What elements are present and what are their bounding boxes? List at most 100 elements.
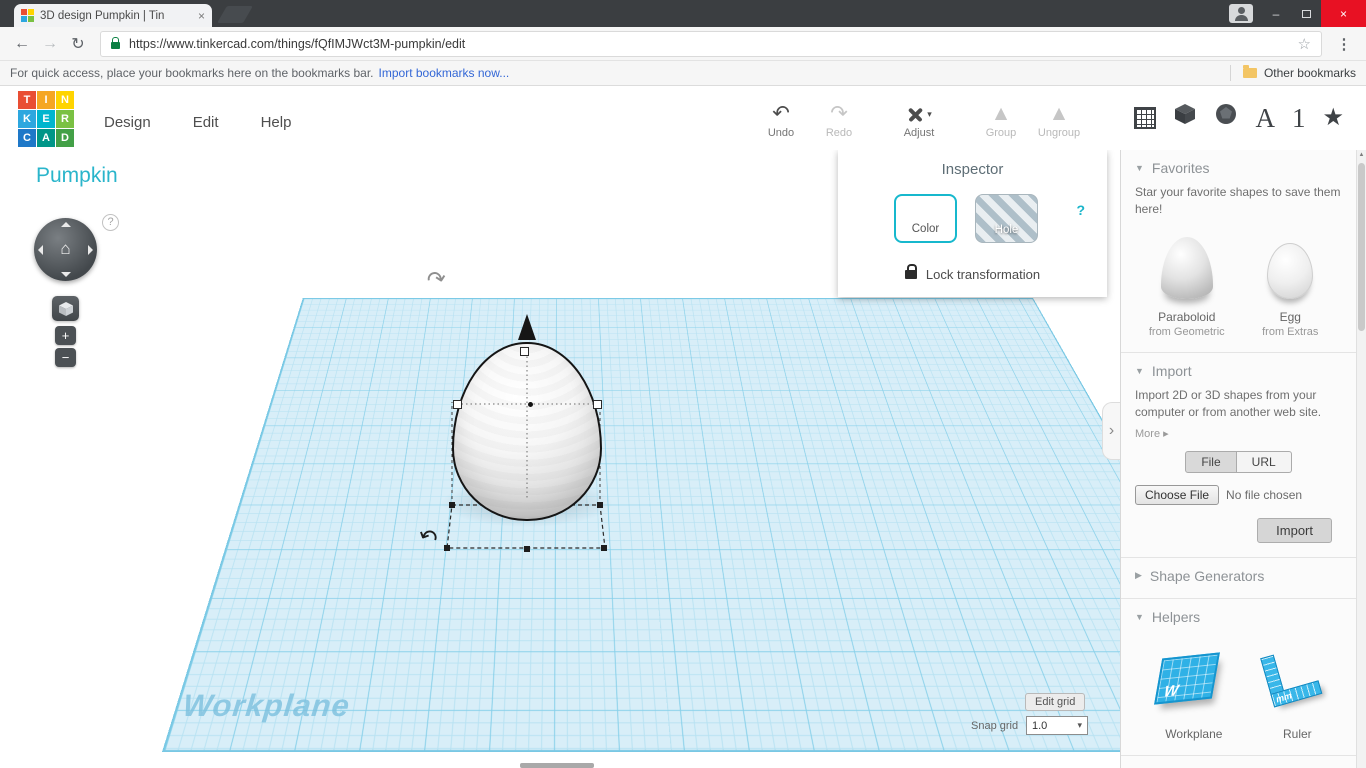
workplane-helper-icon[interactable]: W	[1154, 652, 1220, 704]
forward-button[interactable]: →	[36, 35, 64, 53]
helpers-header[interactable]: ▼ Helpers	[1135, 609, 1342, 625]
zoom-out-button[interactable]: −	[55, 348, 76, 367]
adjust-button[interactable]: ▾ Adjust	[893, 101, 945, 139]
base-handle[interactable]	[601, 545, 607, 551]
orbit-left-icon[interactable]	[38, 245, 43, 255]
cube-icon	[58, 301, 74, 317]
scrollbar-thumb[interactable]	[1358, 163, 1365, 331]
favorite-shape-egg[interactable]: Egg from Extras	[1244, 235, 1336, 338]
tinkercad-logo[interactable]: T I N K E R C A D	[18, 91, 74, 147]
base-handle[interactable]	[449, 502, 455, 508]
tab-url[interactable]: URL	[1237, 451, 1292, 473]
redo-button[interactable]: ↷ Redo	[813, 101, 865, 139]
lock-transformation[interactable]: Lock transformation	[838, 267, 1107, 282]
scale-handle-right[interactable]	[593, 400, 602, 409]
inspector-help-button[interactable]: ?	[1076, 202, 1085, 218]
url-text[interactable]: https://www.tinkercad.com/things/fQfIMJW…	[129, 37, 1298, 51]
orbit-up-icon[interactable]	[61, 222, 71, 227]
import-header[interactable]: ▼ Import	[1135, 363, 1342, 379]
tab-file[interactable]: File	[1185, 451, 1236, 473]
favorites-star-icon[interactable]: ★	[1322, 104, 1344, 132]
bookmark-star-icon[interactable]: ☆	[1298, 35, 1311, 53]
scale-handle-top[interactable]	[520, 347, 529, 356]
logo-tile: T	[18, 91, 36, 109]
snap-grid-select[interactable]: 1.0 ▾	[1026, 716, 1088, 735]
grid-shapes-icon[interactable]	[1134, 107, 1156, 129]
color-button[interactable]: Color	[894, 194, 957, 243]
sidebar-scrollbar[interactable]: ▲	[1356, 150, 1366, 768]
paraboloid-icon[interactable]	[1161, 237, 1213, 299]
box-shape-icon[interactable]	[1173, 102, 1197, 133]
orbit-right-icon[interactable]	[88, 245, 93, 255]
window-maximize-button[interactable]	[1291, 0, 1321, 27]
menu-help[interactable]: Help	[261, 114, 292, 131]
logo-tile: K	[18, 110, 36, 128]
maximize-icon	[1302, 10, 1311, 18]
reload-button[interactable]: ↻	[64, 34, 92, 54]
edit-grid-button[interactable]: Edit grid	[1025, 693, 1085, 711]
shape-generators-header[interactable]: ▶ Shape Generators	[1135, 568, 1342, 584]
fit-view-button[interactable]	[52, 296, 79, 321]
base-handle[interactable]	[524, 546, 530, 552]
browser-tab-strip: 3D design Pumpkin | Tin × – ×	[0, 0, 1366, 27]
other-bookmarks[interactable]: Other bookmarks	[1230, 65, 1356, 81]
browser-navbar: ← → ↻ https://www.tinkercad.com/things/f…	[0, 27, 1366, 61]
window-close-button[interactable]: ×	[1321, 0, 1366, 27]
workplane-badge: W	[1162, 682, 1179, 701]
undo-button[interactable]: ↶ Undo	[755, 101, 807, 139]
ungroup-icon: ▲	[1033, 101, 1085, 126]
import-bookmarks-link[interactable]: Import bookmarks now...	[379, 66, 510, 80]
ungroup-button[interactable]: ▲ Ungroup	[1033, 101, 1085, 139]
import-tabs: File URL	[1135, 451, 1342, 473]
favorites-header[interactable]: ▼ Favorites	[1135, 160, 1342, 176]
sidebar-collapse-handle[interactable]: ›	[1102, 402, 1120, 460]
bottom-scrollbar-thumb[interactable]	[520, 763, 594, 768]
scroll-up-icon[interactable]: ▲	[1357, 152, 1366, 158]
shapes-sidebar: ▼ Favorites Star your favorite shapes to…	[1120, 150, 1356, 768]
zoom-in-button[interactable]: +	[55, 326, 76, 345]
egg-icon[interactable]	[1267, 243, 1313, 299]
browser-menu-icon[interactable]: ⋮	[1330, 35, 1358, 53]
shape-name: Egg	[1244, 310, 1336, 324]
favorites-section: ▼ Favorites Star your favorite shapes to…	[1121, 150, 1356, 353]
import-more-link[interactable]: More ▸	[1135, 427, 1342, 440]
new-tab-button[interactable]	[217, 6, 253, 23]
orbit-down-icon[interactable]	[61, 272, 71, 277]
browser-tab[interactable]: 3D design Pumpkin | Tin ×	[14, 4, 212, 27]
menu-edit[interactable]: Edit	[193, 114, 219, 131]
favorite-shape-paraboloid[interactable]: Paraboloid from Geometric	[1141, 235, 1233, 338]
ruler-helper-icon[interactable]: mm	[1255, 644, 1326, 714]
menu-design[interactable]: Design	[104, 114, 151, 131]
scale-handle-left[interactable]	[453, 400, 462, 409]
base-handle[interactable]	[444, 545, 450, 551]
collapse-caret-icon: ▼	[1135, 612, 1144, 622]
import-button[interactable]: Import	[1257, 518, 1332, 543]
letters-icon[interactable]: A	[1255, 104, 1275, 132]
import-title: Import	[1152, 363, 1192, 379]
base-handle[interactable]	[597, 502, 603, 508]
main-area: Workplane ↷ ↶ Pumpkin ? ⌂ + − Edit grid …	[0, 150, 1366, 768]
expand-caret-icon: ▶	[1135, 570, 1142, 581]
profile-icon[interactable]	[1229, 4, 1253, 23]
design-title[interactable]: Pumpkin	[36, 164, 118, 188]
import-section: ▼ Import Import 2D or 3D shapes from you…	[1121, 353, 1356, 558]
adjust-caret-icon: ▾	[927, 109, 932, 119]
polyhedron-shape-icon[interactable]	[1214, 102, 1238, 133]
window-minimize-button[interactable]: –	[1261, 0, 1291, 27]
view-navigation-orb[interactable]: ⌂	[34, 218, 97, 281]
edit-toolbar: ↶ Undo ↷ Redo ▾ Adjust ▲ Group ▲ Ungroup	[755, 101, 1085, 139]
group-button[interactable]: ▲ Group	[975, 101, 1027, 139]
adjust-label: Adjust	[893, 127, 945, 139]
screen: 3D design Pumpkin | Tin × – × ← → ↻ http…	[0, 0, 1366, 768]
workplane-helper-label: Workplane	[1165, 727, 1222, 741]
back-button[interactable]: ←	[8, 35, 36, 53]
hole-button[interactable]: Hole	[975, 194, 1038, 243]
tab-favicon-icon	[21, 9, 34, 22]
shape-source: from Geometric	[1141, 326, 1233, 338]
choose-file-button[interactable]: Choose File	[1135, 485, 1219, 505]
view-help-button[interactable]: ?	[102, 214, 119, 231]
tab-close-icon[interactable]: ×	[198, 9, 205, 23]
helper-icons-row: W mm	[1135, 643, 1342, 715]
address-bar[interactable]: https://www.tinkercad.com/things/fQfIMJW…	[100, 31, 1322, 57]
numbers-icon[interactable]: 1	[1292, 104, 1306, 132]
